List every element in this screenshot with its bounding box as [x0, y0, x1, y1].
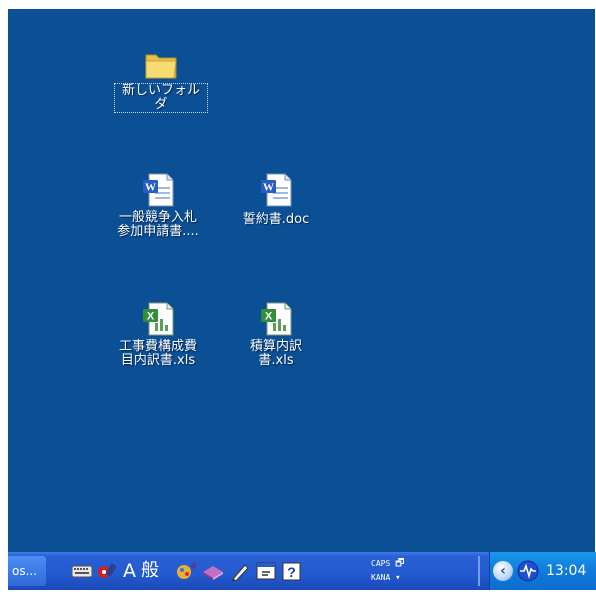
kana-label: KANA: [371, 573, 391, 582]
clock[interactable]: 13:04: [546, 552, 586, 590]
taskbar-window-button[interactable]: os...: [8, 556, 46, 586]
dropdown-arrow-icon: ▾: [395, 573, 401, 583]
svg-text:W: W: [145, 182, 156, 194]
svg-text:W: W: [263, 182, 274, 194]
show-hidden-icons-button[interactable]: ‹: [493, 561, 513, 581]
folder-icon: [145, 54, 177, 79]
icon-label: 積算内訳書.xls: [249, 339, 302, 368]
properties-icon[interactable]: [254, 560, 278, 582]
excel-spreadsheet-icon: X: [261, 302, 292, 336]
system-tray: ‹ 13:04: [489, 552, 596, 590]
desktop-icon-new-folder[interactable]: 新しいフォルダ: [114, 47, 208, 113]
dictionary-tool-icon[interactable]: [201, 560, 225, 582]
caps-label: CAPS: [371, 559, 391, 568]
icon-label: 一般競争入札参加申請書....: [117, 210, 199, 239]
caps-kana-indicator[interactable]: CAPS 🗗 KANA ▾: [371, 557, 404, 585]
svg-text:?: ?: [287, 564, 296, 580]
desktop-icon-estimate-breakdown[interactable]: X 積算内訳書.xls: [230, 301, 322, 368]
handwriting-pen-icon[interactable]: [228, 560, 252, 582]
word-document-icon: W: [261, 173, 292, 207]
desktop[interactable]: 新しいフォルダ W 一般競争入札参加申請書.... W 誓約書.doc X 工事…: [8, 9, 595, 552]
restore-icon: 🗗: [395, 558, 405, 569]
desktop-icon-application-document[interactable]: W 一般競争入札参加申請書....: [112, 172, 204, 239]
ime-pad-icon[interactable]: [175, 560, 199, 582]
excel-spreadsheet-icon: X: [143, 302, 174, 336]
svg-text:X: X: [147, 311, 155, 323]
icon-label: 誓約書.doc: [242, 212, 310, 227]
svg-text:X: X: [265, 311, 273, 323]
icon-label: 工事費構成費目内訳書.xls: [118, 339, 197, 368]
desktop-icon-pledge-document[interactable]: W 誓約書.doc: [230, 172, 322, 227]
network-activity-icon[interactable]: [517, 560, 539, 582]
word-document-icon: W: [143, 173, 174, 207]
taskbar: os... A 般 ? CAPS 🗗 KANA ▾ ‹ 13:04: [8, 552, 596, 590]
desktop-icon-construction-cost-breakdown[interactable]: X 工事費構成費目内訳書.xls: [112, 301, 204, 368]
divider: [478, 556, 480, 586]
keyboard-icon[interactable]: [70, 560, 94, 582]
conversion-mode-indicator[interactable]: 般: [141, 560, 159, 582]
taskbar-window-label: os...: [12, 564, 38, 578]
ime-tool-icon[interactable]: [94, 560, 118, 582]
icon-label: 新しいフォルダ: [114, 83, 208, 113]
input-mode-indicator[interactable]: A: [123, 560, 136, 582]
help-icon[interactable]: ?: [280, 560, 304, 582]
